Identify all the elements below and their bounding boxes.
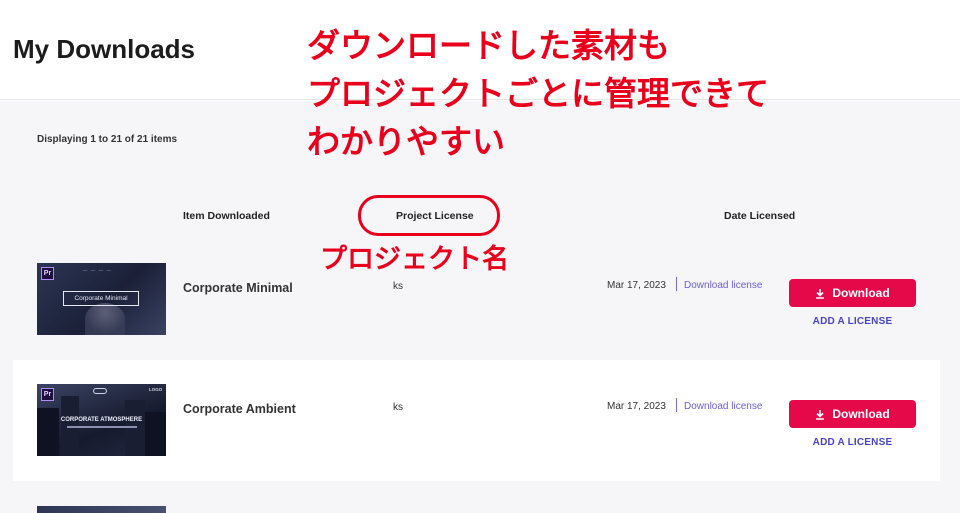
separator xyxy=(676,398,677,412)
separator xyxy=(676,277,677,291)
annotation-highlight-oval xyxy=(358,195,500,236)
thumbnail-building xyxy=(125,400,145,456)
download-button-label: Download xyxy=(832,407,890,421)
download-row: Pr LOGO CORPORATE ATMOSPHERE Corporate A… xyxy=(13,360,940,481)
thumbnail-caption: Corporate Minimal xyxy=(63,291,139,306)
download-row xyxy=(13,482,940,513)
thumbnail-hand-graphic xyxy=(85,303,125,335)
thumbnail-caption: CORPORATE ATMOSPHERE xyxy=(60,417,143,423)
thumbnail-small-text: — — — — xyxy=(83,268,112,273)
item-name[interactable]: Corporate Ambient xyxy=(183,402,296,416)
download-button-label: Download xyxy=(832,286,890,300)
items-count: Displaying 1 to 21 of 21 items xyxy=(37,134,178,145)
item-thumbnail[interactable]: Pr — — — — Corporate Minimal xyxy=(37,263,166,335)
annotation-line: プロジェクトごとに管理できて xyxy=(307,74,769,113)
add-license-link[interactable]: ADD A LICENSE xyxy=(789,316,916,327)
item-thumbnail[interactable] xyxy=(37,506,166,513)
download-button[interactable]: Download xyxy=(789,279,916,307)
add-license-link[interactable]: ADD A LICENSE xyxy=(789,437,916,448)
annotation-line: ダウンロードした素材も xyxy=(307,26,670,65)
item-thumbnail[interactable]: Pr LOGO CORPORATE ATMOSPHERE xyxy=(37,384,166,456)
column-header-date: Date Licensed xyxy=(724,210,796,222)
download-license-link[interactable]: Download license xyxy=(684,401,762,412)
download-icon xyxy=(816,409,825,420)
annotation-line: わかりやすい xyxy=(307,122,505,161)
thumbnail-toggle xyxy=(93,388,107,394)
item-name[interactable]: Corporate Minimal xyxy=(183,281,293,295)
thumbnail-building xyxy=(37,408,59,456)
download-icon xyxy=(816,288,825,299)
thumbnail-subline xyxy=(67,426,137,428)
project-name: ks xyxy=(393,281,403,292)
license-date: Mar 17, 2023 xyxy=(607,401,666,412)
annotation-main: ダウンロードした素材も プロジェクトごとに管理できて わかりやすい xyxy=(307,22,769,166)
annotation-project-note: プロジェクト名 xyxy=(320,244,509,275)
premiere-pro-badge: Pr xyxy=(41,267,54,280)
download-button[interactable]: Download xyxy=(789,400,916,428)
license-date: Mar 17, 2023 xyxy=(607,280,666,291)
column-header-item: Item Downloaded xyxy=(183,210,270,222)
page-title: My Downloads xyxy=(13,34,196,64)
premiere-pro-badge: Pr xyxy=(41,388,54,401)
thumbnail-logo: LOGO xyxy=(149,387,163,392)
download-license-link[interactable]: Download license xyxy=(684,280,762,291)
project-name: ks xyxy=(393,402,403,413)
